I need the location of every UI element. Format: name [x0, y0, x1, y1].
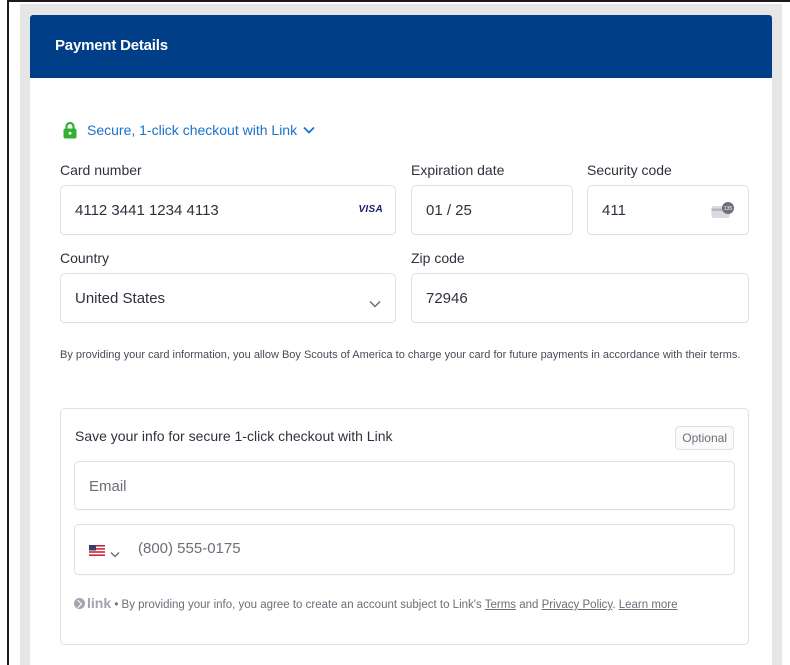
and-text: and: [516, 599, 542, 611]
learn-more-link[interactable]: Learn more: [619, 599, 678, 611]
link-logo: link: [87, 595, 112, 611]
link-checkout-label: Secure, 1-click checkout with Link: [87, 122, 298, 138]
phone-placeholder: (800) 555-0175: [138, 540, 241, 557]
link-save-info-box: Save your info for secure 1-click checko…: [60, 408, 749, 645]
window-border-left: [7, 0, 9, 665]
security-code-label: Security code: [587, 162, 672, 178]
link-terms-text: • By providing your info, you agree to c…: [111, 599, 485, 611]
page-title: Payment Details: [55, 37, 168, 54]
email-placeholder: Email: [89, 478, 127, 495]
security-code-input[interactable]: 411 135: [587, 185, 749, 235]
zip-code-input[interactable]: 72946: [411, 273, 749, 323]
expiration-date-label: Expiration date: [411, 162, 505, 178]
link-save-title: Save your info for secure 1-click checko…: [75, 428, 393, 444]
visa-icon: VISA: [358, 204, 383, 215]
zip-code-label: Zip code: [411, 250, 465, 266]
expiration-date-input[interactable]: 01 / 25: [411, 185, 573, 235]
payment-form: Secure, 1-click checkout with Link Card …: [30, 92, 772, 665]
expiration-date-value: 01 / 25: [426, 202, 472, 219]
country-label: Country: [60, 250, 110, 266]
card-number-input[interactable]: 4112 3441 1234 4113 VISA: [60, 185, 396, 235]
link-logo-icon: [74, 598, 85, 609]
terms-link[interactable]: Terms: [485, 599, 516, 611]
chevron-down-icon: [303, 121, 315, 139]
privacy-policy-link[interactable]: Privacy Policy: [542, 599, 613, 611]
optional-badge: Optional: [675, 426, 734, 450]
window-border-top: [7, 0, 790, 2]
card-cvc-icon: 135: [711, 202, 735, 220]
country-select[interactable]: United States: [60, 273, 396, 323]
link-terms-footer: link • By providing your info, you agree…: [74, 593, 739, 615]
header-spacer: [30, 78, 772, 92]
us-flag-icon[interactable]: [89, 543, 105, 556]
card-number-value: 4112 3441 1234 4113: [75, 202, 219, 219]
country-value: United States: [75, 290, 166, 307]
email-field[interactable]: Email: [74, 461, 735, 510]
chevron-down-icon: [369, 295, 381, 313]
chevron-down-icon[interactable]: [110, 545, 120, 563]
card-authorization-disclaimer: By providing your card information, you …: [60, 349, 741, 361]
phone-field[interactable]: (800) 555-0175: [74, 524, 735, 575]
svg-text:135: 135: [724, 206, 733, 212]
security-code-value: 411: [602, 202, 626, 219]
card-number-label: Card number: [60, 162, 142, 178]
zip-code-value: 72946: [426, 290, 468, 307]
payment-details-header: Payment Details: [30, 15, 772, 78]
link-checkout-toggle[interactable]: Secure, 1-click checkout with Link: [63, 121, 315, 139]
lock-icon: [63, 121, 77, 139]
